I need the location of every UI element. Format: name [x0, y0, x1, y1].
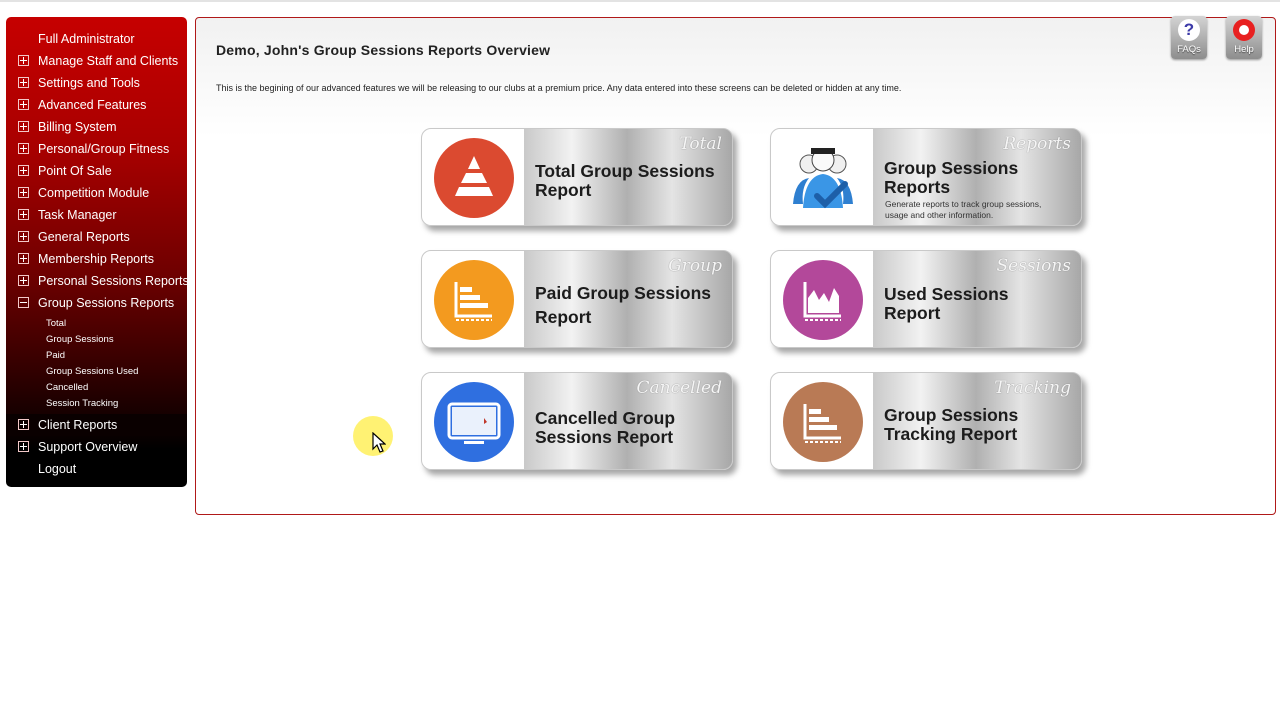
pyramid-icon: [434, 138, 514, 218]
expand-icon: [18, 143, 29, 154]
sidebar-item-fitness[interactable]: Personal/Group Fitness: [6, 138, 187, 160]
question-icon: ?: [1178, 19, 1200, 41]
sidebar-item-label: Manage Staff and Clients: [38, 54, 179, 68]
tile-group-sessions-reports[interactable]: Reports Group Sessions Reports Generate r…: [770, 128, 1082, 226]
expand-icon: [18, 99, 29, 110]
sidebar-item-label: Advanced Features: [38, 98, 147, 112]
sidebar-item-membership-reports[interactable]: Membership Reports: [6, 248, 187, 270]
sidebar-item-settings[interactable]: Settings and Tools: [6, 72, 187, 94]
sidebar-item-label: Billing System: [38, 120, 117, 134]
tile-script-label: Tracking: [994, 378, 1071, 398]
tile-paid-group-sessions-report[interactable]: Group Paid Group Sessions Report: [421, 250, 733, 348]
sidebar-item-pos[interactable]: Point Of Sale: [6, 160, 187, 182]
sidebar-item-group-sessions[interactable]: Group Sessions Reports: [6, 292, 187, 314]
sidebar-nav: Full Administrator Manage Staff and Clie…: [6, 17, 189, 487]
tile-script-label: Cancelled: [636, 378, 723, 398]
page-title: Demo, John's Group Sessions Reports Over…: [216, 42, 551, 58]
sidebar-item-tasks[interactable]: Task Manager: [6, 204, 187, 226]
tile-title: Group Sessions Reports: [884, 158, 1019, 197]
tile-script-label: Reports: [1003, 134, 1071, 154]
intro-text: This is the begining of our advanced fea…: [216, 83, 902, 93]
expand-icon: [18, 275, 29, 286]
sidebar-item-label: General Reports: [38, 230, 130, 244]
tile-script-label: Sessions: [996, 256, 1072, 276]
sidebar-item-client-reports[interactable]: Client Reports: [6, 414, 187, 436]
expand-icon: [18, 121, 29, 132]
sidebar-item-advanced[interactable]: Advanced Features: [6, 94, 187, 116]
sidebar-subitem-tracking[interactable]: Session Tracking: [6, 396, 187, 412]
sidebar-item-support[interactable]: Support Overview: [6, 436, 187, 458]
users-check-icon: [783, 138, 863, 218]
expand-icon: [18, 187, 29, 198]
area-chart-icon: [783, 260, 863, 340]
bar-chart-icon: [434, 260, 514, 340]
tile-cancelled-group-sessions-report[interactable]: Cancelled Cancelled Group Sessions Report: [421, 372, 733, 470]
sidebar-item-label: Group Sessions Reports: [38, 296, 175, 310]
sidebar-item-label: Personal Sessions Reports: [38, 274, 189, 288]
tile-title: Used Sessions Report: [884, 284, 1009, 323]
sidebar-item-label: Point Of Sale: [38, 164, 112, 178]
monitor-icon: [434, 382, 514, 462]
tile-title: Total Group Sessions Report: [535, 161, 715, 200]
tile-total-group-sessions-report[interactable]: Total Total Group Sessions Report: [421, 128, 733, 226]
sidebar-item-label: Support Overview: [38, 440, 138, 454]
expand-icon: [18, 231, 29, 242]
sidebar-item-label: Task Manager: [38, 208, 117, 222]
expand-icon: [18, 253, 29, 264]
lifebuoy-icon: [1233, 19, 1255, 41]
expand-icon: [18, 77, 29, 88]
sidebar-item-billing[interactable]: Billing System: [6, 116, 187, 138]
sidebar-item-label: Competition Module: [38, 186, 150, 200]
faqs-button[interactable]: ? FAQs: [1171, 16, 1207, 59]
sidebar-item-competition[interactable]: Competition Module: [6, 182, 187, 204]
bar-chart-icon: [783, 382, 863, 462]
tile-group-sessions-tracking-report[interactable]: Tracking Group Sessions Tracking Report: [770, 372, 1082, 470]
collapse-icon: [18, 297, 29, 308]
tile-used-sessions-report[interactable]: Sessions Used Sessions Report: [770, 250, 1082, 348]
expand-icon: [18, 165, 29, 176]
sidebar-subitem-total[interactable]: Total: [6, 316, 187, 332]
sidebar-item-general-reports[interactable]: General Reports: [6, 226, 187, 248]
expand-icon: [18, 441, 29, 452]
expand-icon: [18, 209, 29, 220]
mouse-pointer-icon: [372, 432, 386, 453]
top-border: [0, 0, 1280, 2]
tile-description: Generate reports to track group sessions…: [885, 199, 1042, 220]
sidebar-item-label: Membership Reports: [38, 252, 155, 266]
expand-icon: [18, 419, 29, 430]
sidebar-subitem-used[interactable]: Group Sessions Used: [6, 364, 187, 380]
tile-script-label: Group: [668, 256, 722, 276]
sidebar-item-personal-sessions[interactable]: Personal Sessions Reports: [6, 270, 189, 292]
sidebar-item-manage-staff[interactable]: Manage Staff and Clients: [6, 50, 187, 72]
sidebar-subitem-group-sessions[interactable]: Group Sessions: [6, 332, 187, 348]
sidebar-item-label: Settings and Tools: [38, 76, 140, 90]
sidebar-item-full-administrator[interactable]: Full Administrator: [6, 28, 187, 50]
sidebar-item-label: Personal/Group Fitness: [38, 142, 170, 156]
tile-title: Cancelled Group Sessions Report: [535, 408, 676, 447]
help-button[interactable]: Help: [1226, 16, 1262, 59]
sidebar-item-label: Client Reports: [38, 418, 118, 432]
tile-title: Group Sessions Tracking Report: [884, 405, 1019, 444]
sidebar-item-logout[interactable]: Logout: [6, 458, 187, 480]
tile-title: Paid Group Sessions Report: [535, 283, 712, 327]
tile-script-label: Total: [679, 134, 722, 154]
sidebar-subitem-cancelled[interactable]: Cancelled: [6, 380, 187, 396]
sidebar-subitem-paid[interactable]: Paid: [6, 348, 187, 364]
faqs-label: FAQs: [1177, 44, 1201, 55]
expand-icon: [18, 55, 29, 66]
help-label: Help: [1234, 44, 1254, 55]
